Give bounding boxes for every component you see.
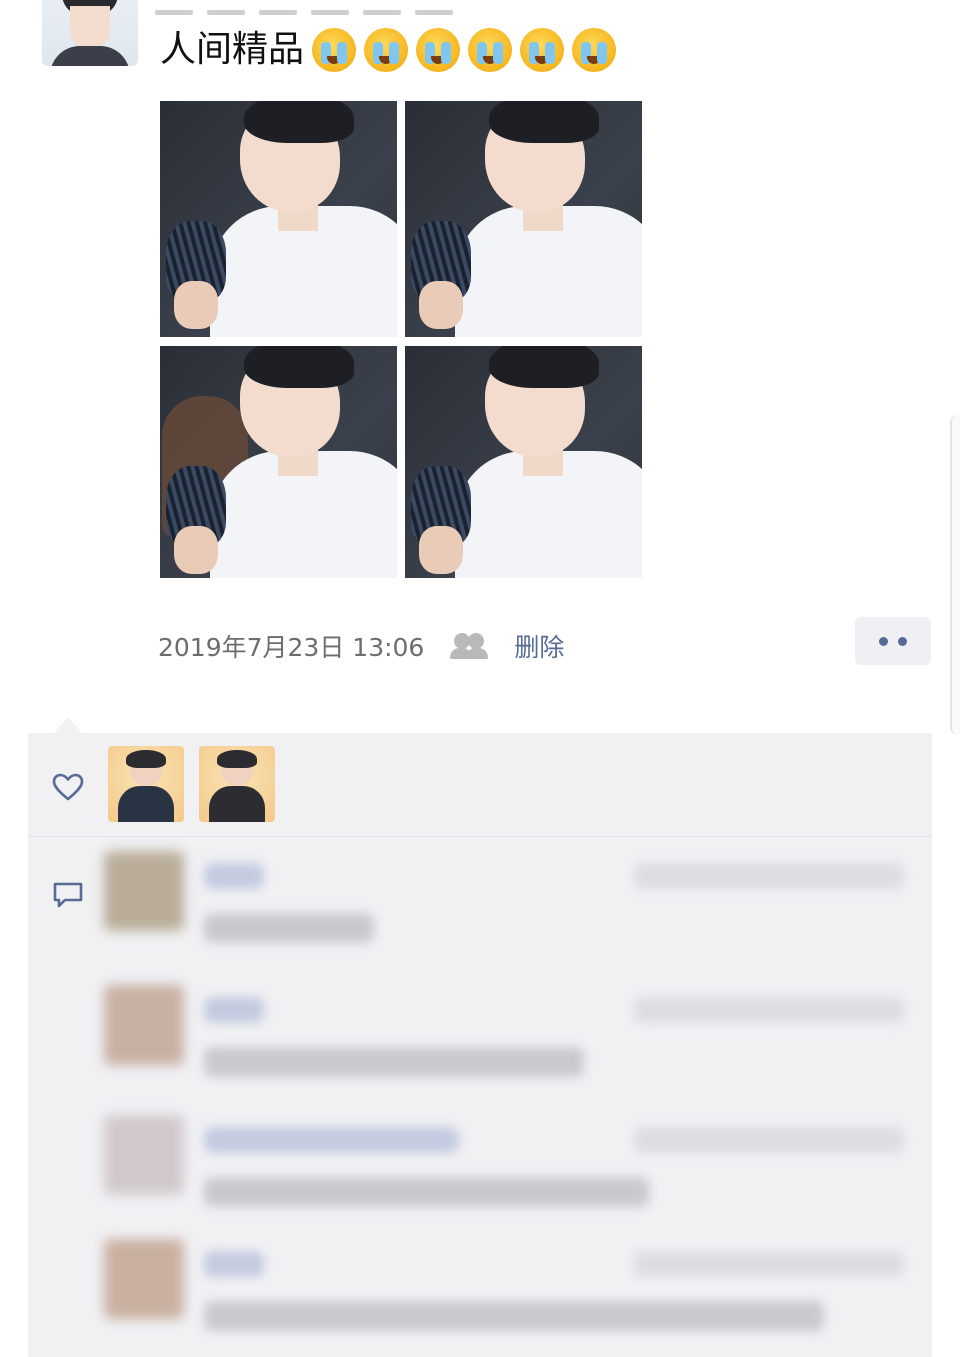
post-timestamp: 2019年7月23日 13:06 bbox=[158, 633, 425, 662]
post-image-1[interactable] bbox=[160, 101, 397, 337]
commenter-avatar bbox=[104, 851, 184, 931]
poster-avatar[interactable] bbox=[42, 0, 138, 66]
comment-item[interactable] bbox=[104, 1239, 904, 1344]
like-avatar[interactable] bbox=[199, 746, 275, 822]
likes-row bbox=[28, 733, 932, 837]
commenter-name bbox=[204, 1127, 459, 1153]
comment-text bbox=[204, 1177, 649, 1207]
post-image-grid bbox=[160, 101, 642, 578]
comment-time bbox=[634, 997, 904, 1023]
commenter-avatar bbox=[104, 1239, 184, 1319]
visibility-friends-icon[interactable] bbox=[450, 633, 489, 659]
post-meta: 2019年7月23日 13:06 删除 bbox=[158, 626, 564, 666]
cutoff-header-text bbox=[155, 0, 515, 15]
post-image-2[interactable] bbox=[405, 101, 642, 337]
like-avatar[interactable] bbox=[108, 746, 184, 822]
crying-face-emoji-icon bbox=[364, 28, 409, 72]
more-actions-button[interactable] bbox=[855, 617, 931, 665]
commenter-name bbox=[204, 997, 264, 1023]
crying-face-emoji-icon bbox=[416, 28, 461, 72]
comment-icon bbox=[53, 882, 83, 908]
side-scroll-handle[interactable] bbox=[950, 415, 960, 735]
commenter-avatar bbox=[104, 985, 184, 1065]
comment-item[interactable] bbox=[104, 1115, 904, 1220]
dot-icon bbox=[898, 636, 907, 646]
post-image-4[interactable] bbox=[405, 346, 642, 578]
interactions-panel bbox=[28, 733, 932, 1357]
comment-text bbox=[204, 1047, 584, 1077]
crying-face-emoji-icon bbox=[468, 28, 513, 72]
crying-face-emoji-icon bbox=[572, 28, 617, 72]
comment-time bbox=[634, 1251, 904, 1277]
comment-text bbox=[204, 913, 374, 943]
comment-time bbox=[634, 863, 904, 889]
heart-icon bbox=[52, 773, 84, 801]
delete-button[interactable]: 删除 bbox=[514, 628, 564, 664]
comment-item[interactable] bbox=[104, 985, 904, 1090]
panel-pointer bbox=[54, 717, 82, 733]
comment-time bbox=[634, 1127, 904, 1153]
commenter-avatar bbox=[104, 1115, 184, 1195]
crying-face-emoji-icon bbox=[520, 28, 565, 72]
commenter-name bbox=[204, 1251, 264, 1277]
comment-text bbox=[204, 1301, 824, 1331]
commenter-name bbox=[204, 863, 264, 889]
comment-item[interactable] bbox=[104, 851, 904, 956]
post-image-3[interactable] bbox=[160, 346, 397, 578]
post-caption: 人间精品 bbox=[160, 22, 617, 78]
crying-face-emoji-icon bbox=[312, 28, 357, 72]
dot-icon bbox=[879, 636, 888, 646]
post-caption-text: 人间精品 bbox=[160, 29, 305, 70]
